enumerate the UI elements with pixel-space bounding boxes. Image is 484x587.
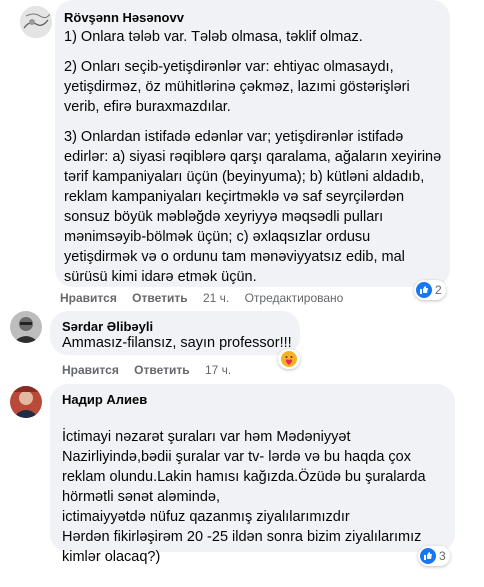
- comment-3: Надир Алиев İctimayi nəzarət şuraları va…: [0, 380, 484, 566]
- avatar[interactable]: [10, 311, 42, 343]
- comment-actions: Нравится Ответить 21 ч. Отредактировано: [60, 291, 355, 305]
- care-icon: [281, 351, 297, 367]
- comment-text: Ammasız-filansız, sayın professor!!!: [62, 333, 298, 353]
- reply-button[interactable]: Ответить: [132, 291, 187, 305]
- edited-label: Отредактировано: [244, 291, 344, 305]
- reaction-badge[interactable]: 2: [414, 280, 446, 300]
- comment-author[interactable]: Rövşənn Həsənovv: [64, 10, 184, 25]
- comment-author[interactable]: Надир Алиев: [62, 392, 147, 407]
- reaction-badge[interactable]: 3: [418, 546, 450, 566]
- like-button[interactable]: Нравится: [62, 363, 119, 377]
- comment-time[interactable]: 21 ч.: [203, 291, 229, 305]
- like-icon: [416, 282, 432, 298]
- like-button[interactable]: Нравится: [60, 291, 117, 305]
- reply-button[interactable]: Ответить: [134, 363, 189, 377]
- avatar[interactable]: [20, 6, 52, 38]
- comment-author[interactable]: Sərdar Əlibəyli: [62, 319, 153, 334]
- comment-1: Rövşənn Həsənovv 1) Onlara tələb var. Tə…: [0, 0, 484, 305]
- like-icon: [420, 548, 436, 564]
- comment-paragraph: 1) Onlara tələb var. Tələb olmasa, təkli…: [64, 29, 363, 45]
- comment-2: Sərdar Əlibəyli Ammasız-filansız, sayın …: [0, 305, 484, 380]
- comment-paragraph: İctimayi nəzarət şuraları var həm Mədəni…: [62, 429, 426, 565]
- avatar-drawing-icon: [20, 6, 52, 38]
- comment-time[interactable]: 17 ч.: [205, 363, 231, 377]
- comment-paragraph: 2) Onları seçib-yetişdirənlər var: ehtiy…: [64, 59, 410, 115]
- comment-paragraph: 3) Onlardan istifadə edənlər var; yetişd…: [64, 129, 442, 285]
- comment-text: 1) Onlara tələb var. Tələb olmasa, təkli…: [64, 27, 444, 287]
- reaction-count: 3: [439, 549, 446, 563]
- avatar[interactable]: [10, 386, 42, 418]
- comment-paragraph: Ammasız-filansız, sayın professor!!!: [62, 335, 292, 351]
- comment-actions: Нравится Ответить 17 ч.: [62, 363, 243, 377]
- reaction-count: 2: [435, 283, 442, 297]
- avatar-photo-icon: [10, 386, 42, 418]
- reaction-badge[interactable]: [278, 349, 300, 369]
- comment-text: İctimayi nəzarət şuraları var həm Mədəni…: [62, 407, 447, 587]
- avatar-photo-icon: [10, 311, 42, 343]
